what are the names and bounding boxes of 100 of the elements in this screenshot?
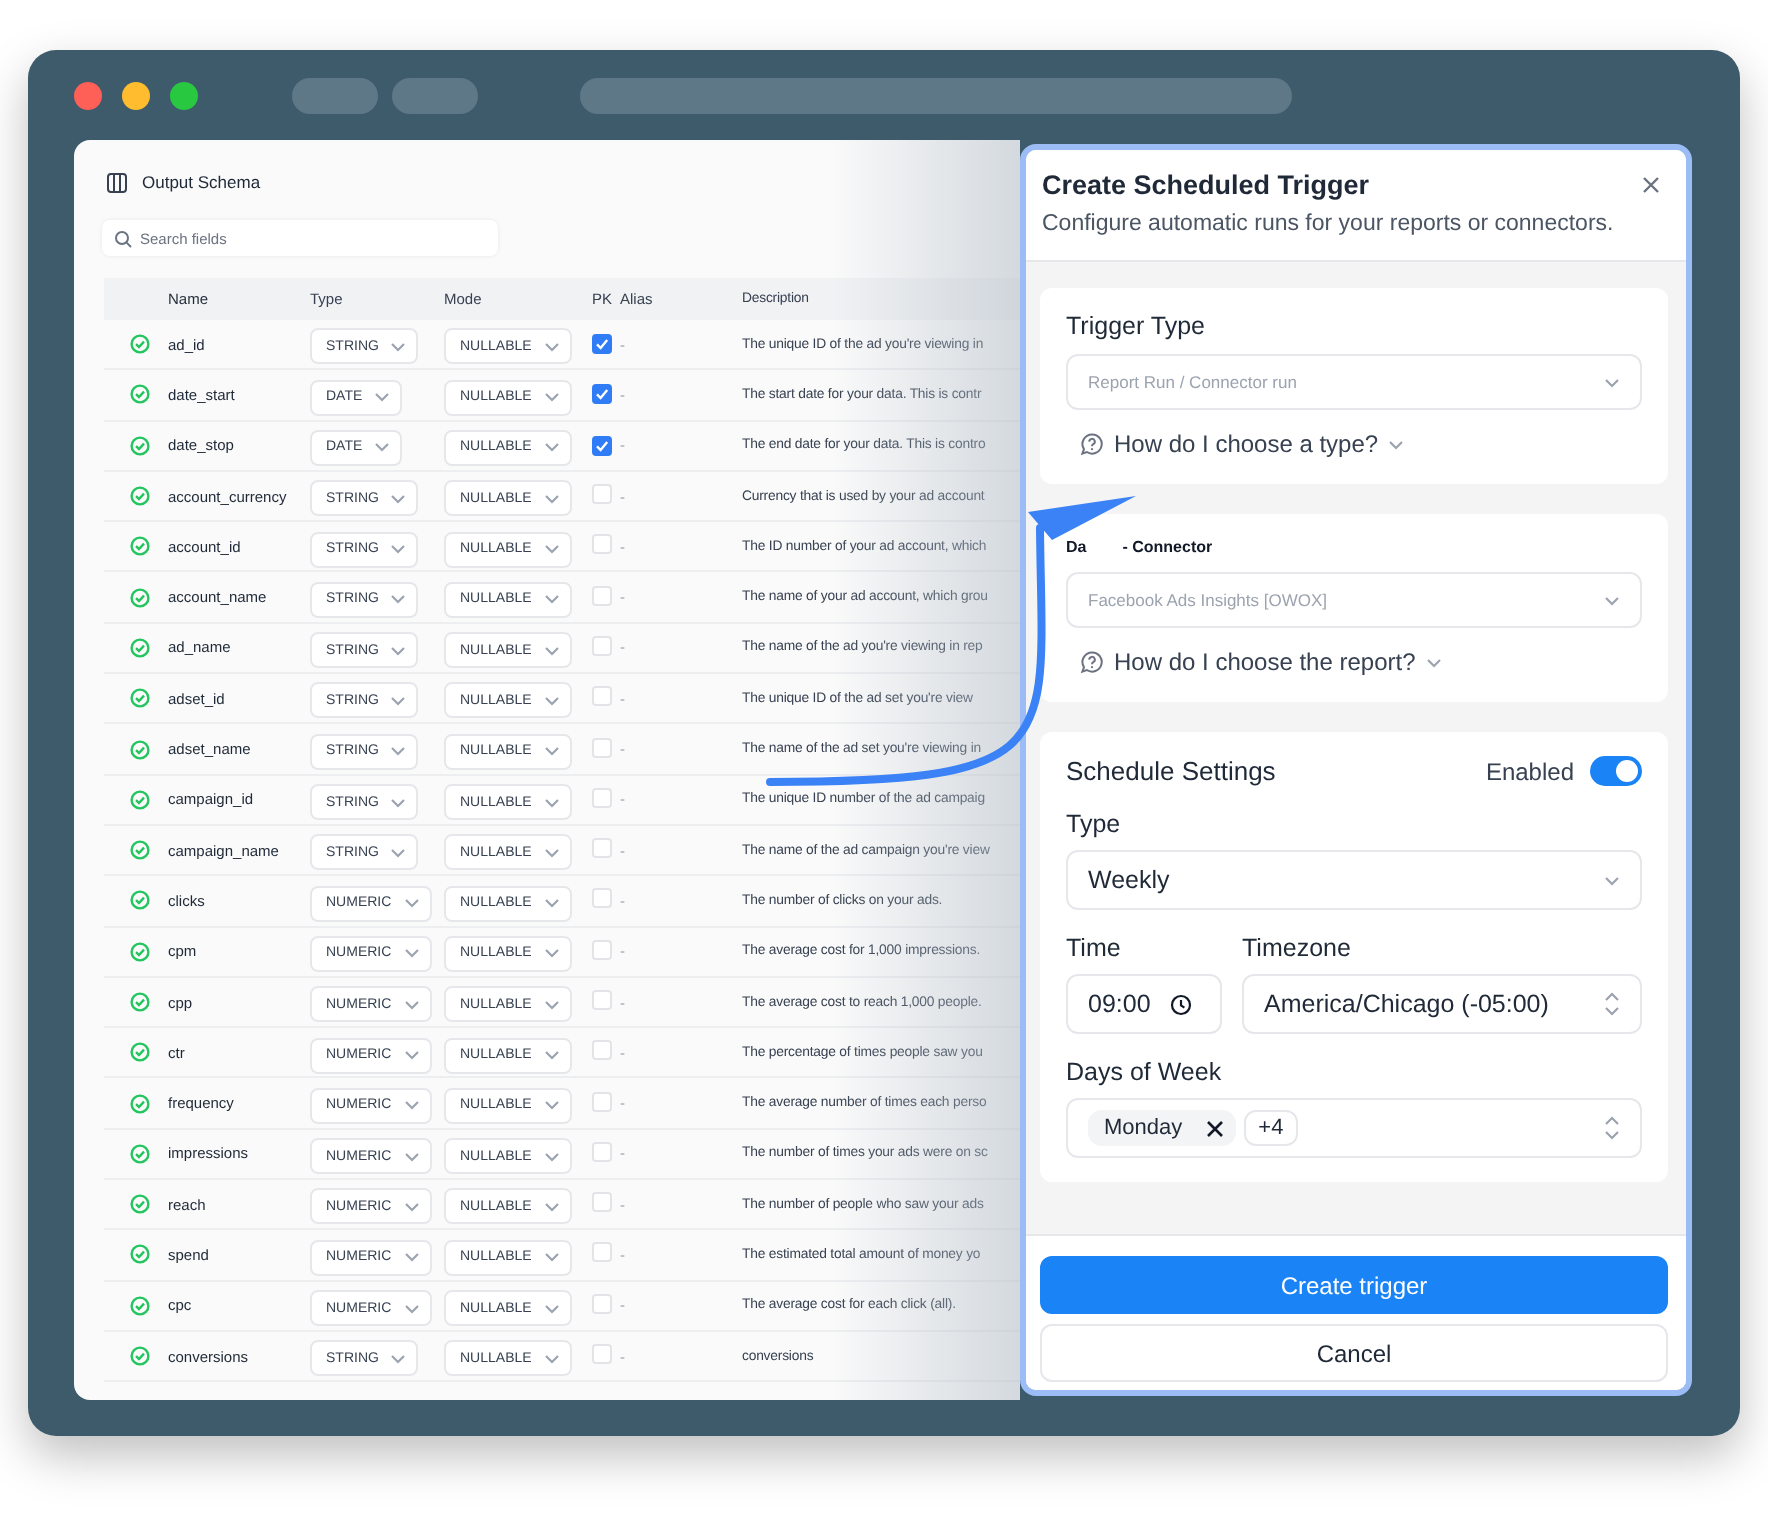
chevron-down-icon <box>543 1252 560 1263</box>
pk-checkbox[interactable] <box>592 435 612 456</box>
check-circle-icon <box>130 587 150 608</box>
schedule-type-select[interactable]: Weekly <box>1066 850 1642 910</box>
chevron-down-icon <box>390 493 407 504</box>
field-label: Da <box>1066 538 1087 556</box>
chevron-down-icon <box>543 544 560 555</box>
chevron-down-icon <box>543 442 560 453</box>
chevron-down-icon <box>390 797 407 808</box>
section-heading: Trigger Type <box>1066 312 1207 340</box>
check-circle-icon <box>130 688 150 709</box>
day-chip[interactable]: Monday <box>1088 1110 1237 1146</box>
check-circle-icon <box>130 435 150 456</box>
cancel-button[interactable]: Cancel <box>1040 1324 1668 1382</box>
check-circle-icon <box>130 890 150 911</box>
maximize-window-icon[interactable] <box>170 81 198 109</box>
chevron-down-icon <box>543 695 560 706</box>
chevron-down-icon <box>1425 657 1442 667</box>
chevron-down-icon <box>374 392 391 403</box>
chevron-down-icon <box>543 948 560 959</box>
chevron-down-icon <box>1388 439 1405 449</box>
field-label: - Connector <box>1122 538 1213 556</box>
check-circle-icon <box>130 789 150 810</box>
chevron-down-icon <box>543 1201 560 1212</box>
help-bubble-icon <box>1080 650 1104 674</box>
clock-icon <box>1170 993 1193 1015</box>
chevron-down-icon <box>543 594 560 605</box>
dialog-subtitle: Configure automatic runs for your reports or connectors. <box>1042 212 1616 236</box>
chevron-down-icon <box>543 645 560 656</box>
chevron-down-icon <box>543 847 560 858</box>
search-icon <box>114 229 132 247</box>
enabled-toggle[interactable] <box>1590 756 1642 786</box>
pk-checkbox[interactable] <box>592 384 612 405</box>
check-circle-icon <box>130 334 150 355</box>
chevron-down-icon <box>390 645 407 656</box>
tab-placeholder[interactable] <box>392 77 478 113</box>
chevron-down-icon <box>543 797 560 808</box>
chevron-down-icon <box>543 341 560 352</box>
chevron-down-icon <box>390 544 407 555</box>
check-circle-icon <box>130 840 150 861</box>
check-circle-icon <box>130 637 150 658</box>
up-down-icon <box>1604 992 1620 1016</box>
chevron-down-icon <box>543 493 560 504</box>
check-circle-icon <box>130 941 150 962</box>
create-trigger-button[interactable]: Create trigger <box>1040 1256 1668 1314</box>
panel-title: Output Schema <box>142 172 261 192</box>
chevron-down-icon <box>543 392 560 403</box>
check-circle-icon <box>130 486 150 507</box>
check-circle-icon <box>130 1346 150 1367</box>
close-window-icon[interactable] <box>74 81 102 109</box>
chevron-down-icon <box>543 1151 560 1162</box>
chevron-down-icon <box>1604 875 1620 885</box>
chevron-down-icon <box>1604 377 1620 387</box>
chevron-down-icon <box>403 1201 420 1212</box>
chevron-down-icon <box>374 442 391 453</box>
time-field[interactable]: 09:00 <box>1066 974 1222 1034</box>
check-circle-icon <box>130 1093 150 1114</box>
check-circle-icon <box>130 1042 150 1063</box>
chevron-down-icon <box>543 1303 560 1314</box>
chevron-down-icon <box>403 1151 420 1162</box>
chevron-down-icon <box>403 898 420 909</box>
chevron-down-icon <box>543 746 560 757</box>
chevron-down-icon <box>403 1050 420 1061</box>
address-bar[interactable] <box>580 77 1292 113</box>
field-label: Time <box>1066 934 1123 962</box>
chevron-down-icon <box>403 999 420 1010</box>
tab-placeholder[interactable] <box>292 77 378 113</box>
check-circle-icon <box>130 1295 150 1316</box>
check-circle-icon <box>130 1194 150 1215</box>
chevron-down-icon <box>390 1353 407 1364</box>
check-circle-icon <box>130 384 150 405</box>
chevron-down-icon <box>390 341 407 352</box>
chevron-down-icon <box>543 999 560 1010</box>
help-bubble-icon <box>1080 432 1104 456</box>
minimize-window-icon[interactable] <box>122 81 150 109</box>
days-select[interactable]: Monday +4 <box>1066 1098 1642 1158</box>
chevron-down-icon <box>390 695 407 706</box>
check-circle-icon <box>130 536 150 557</box>
chevron-down-icon <box>390 594 407 605</box>
section-heading: Schedule Settings <box>1066 756 1276 786</box>
help-link[interactable]: How do I choose the report? <box>1080 648 1642 676</box>
chevron-down-icon <box>403 1252 420 1263</box>
check-circle-icon <box>130 992 150 1012</box>
field-label: Type <box>1066 810 1123 838</box>
remove-icon <box>1206 1119 1225 1137</box>
up-down-icon <box>1604 1116 1620 1140</box>
chevron-down-icon <box>543 898 560 909</box>
columns-icon <box>106 171 128 193</box>
chevron-down-icon <box>543 1050 560 1061</box>
toggle-label: Enabled <box>1485 757 1574 785</box>
help-link[interactable]: How do I choose a type? <box>1080 430 1642 458</box>
chevron-down-icon <box>543 1353 560 1364</box>
field-label: Timezone <box>1242 934 1353 962</box>
timezone-select[interactable]: America/Chicago (-05:00) <box>1242 974 1642 1034</box>
dialog-title: Create Scheduled Trigger <box>1042 170 1370 200</box>
field-label: Days of Week <box>1066 1058 1224 1086</box>
chevron-down-icon <box>403 948 420 959</box>
more-count: +4 <box>1244 1110 1298 1146</box>
pk-checkbox[interactable] <box>592 334 612 355</box>
chevron-down-icon <box>390 847 407 858</box>
